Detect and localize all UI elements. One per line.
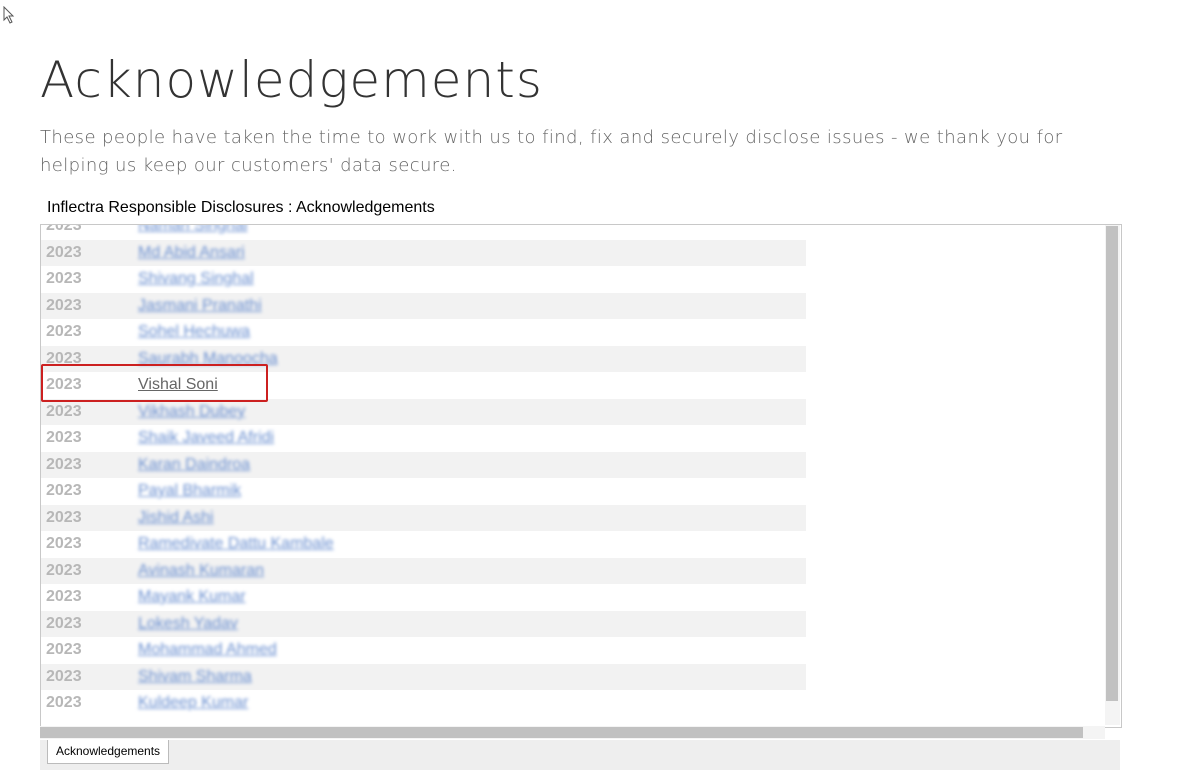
row-name-link[interactable]: Vishal Soni (138, 376, 218, 394)
table-row: 2023 Ramedivate Dattu Kambale (41, 531, 806, 558)
row-name-link[interactable]: Karan Daindroa (138, 456, 250, 474)
row-name-link[interactable]: Vikhash Dubey (138, 403, 245, 421)
row-year: 2023 (46, 402, 82, 420)
table-row: 2023 Mohammad Ahmed (41, 637, 806, 664)
table-row: 2023 Vikhash Dubey (41, 398, 806, 425)
table-row: 2023 Lokesh Yadav (41, 610, 806, 637)
table-row: 2023 Karan Daindroa (41, 451, 806, 478)
horizontal-scrollbar[interactable] (40, 726, 1105, 739)
row-year: 2023 (46, 455, 82, 473)
table-row: 2023 Vishal Soni (41, 372, 806, 399)
row-name-link[interactable]: Lokesh Yadav (138, 615, 238, 633)
table-row: 2023 Mayank Kumar (41, 584, 806, 611)
table-row: 2023 Jasmani Pranathi (41, 292, 806, 319)
row-name-link[interactable]: Kuldeep Kumar (138, 694, 248, 712)
row-year: 2023 (46, 376, 82, 393)
row-name-link[interactable]: Payal Bharmik (138, 482, 241, 500)
row-year: 2023 (46, 224, 82, 234)
row-name-link[interactable]: Shivang Singhal (138, 270, 254, 288)
table-row: 2023 Md Abid Ansari (41, 239, 806, 266)
row-name-link[interactable]: Ramedivate Dattu Kambale (138, 535, 334, 553)
row-year: 2023 (46, 641, 82, 658)
table-row: 2023 Payal Bharmik (41, 478, 806, 505)
row-year: 2023 (46, 588, 82, 605)
arrow-cursor-icon (3, 6, 15, 24)
table-row: 2023 Avinash Kumaran (41, 557, 806, 584)
sheet-tab-bar: Acknowledgements (40, 740, 1120, 770)
row-year: 2023 (46, 243, 82, 261)
table-row: 2023 Sohel Hechuwa (41, 319, 806, 346)
row-name-link[interactable]: Mayank Kumar (138, 588, 246, 606)
intro-text: These people have taken the time to work… (40, 127, 1063, 176)
row-year: 2023 (46, 323, 82, 340)
row-year: 2023 (46, 482, 82, 499)
row-name-link[interactable]: Saurabh Manoocha (138, 350, 278, 368)
row-year: 2023 (46, 667, 82, 685)
row-name-link[interactable]: Md Abid Ansari (138, 244, 245, 262)
table-row: 2023 Kuldeep Kumar (41, 690, 806, 717)
table-row: 2023 Naman Singhal (41, 224, 806, 240)
row-year: 2023 (46, 508, 82, 526)
row-name-link[interactable]: Shaik Javeed Afridi (138, 429, 274, 447)
row-year: 2023 (46, 429, 82, 446)
tab-acknowledgements[interactable]: Acknowledgements (47, 740, 170, 764)
table-row: 2023 Shivam Sharma (41, 663, 806, 690)
acknowledgements-list: 2023 Naman Singhal 2023 Md Abid Ansari 2023 S… (41, 224, 806, 717)
row-year: 2023 (46, 296, 82, 314)
table-row: 2023 Saurabh Manoocha (41, 345, 806, 372)
page-title: Acknowledgements (40, 51, 543, 109)
row-name-link[interactable]: Avinash Kumaran (138, 562, 264, 580)
row-name-link[interactable]: Jishid Ashi (138, 509, 214, 527)
vertical-scrollbar-thumb[interactable] (1106, 226, 1118, 701)
table-row: 2023 Shaik Javeed Afridi (41, 425, 806, 452)
row-name-link[interactable]: Sohel Hechuwa (138, 323, 250, 341)
row-name-link[interactable]: Mohammad Ahmed (138, 641, 277, 659)
row-year: 2023 (46, 561, 82, 579)
row-year: 2023 (46, 535, 82, 552)
row-name-link[interactable]: Naman Singhal (138, 225, 247, 235)
row-year: 2023 (46, 614, 82, 632)
vertical-scrollbar[interactable] (1105, 225, 1120, 725)
table-row: 2023 Shivang Singhal (41, 266, 806, 293)
row-year: 2023 (46, 349, 82, 367)
acknowledgements-sheet[interactable]: 2023 Naman Singhal 2023 Md Abid Ansari 2023 S… (40, 224, 1122, 728)
row-year: 2023 (46, 270, 82, 287)
row-name-link[interactable]: Jasmani Pranathi (138, 297, 262, 315)
horizontal-scrollbar-thumb[interactable] (40, 727, 1083, 738)
sheet-title: Inflectra Responsible Disclosures : Ackn… (47, 199, 435, 216)
row-name-link[interactable]: Shivam Sharma (138, 668, 252, 686)
row-year: 2023 (46, 694, 82, 711)
table-row: 2023 Jishid Ashi (41, 504, 806, 531)
